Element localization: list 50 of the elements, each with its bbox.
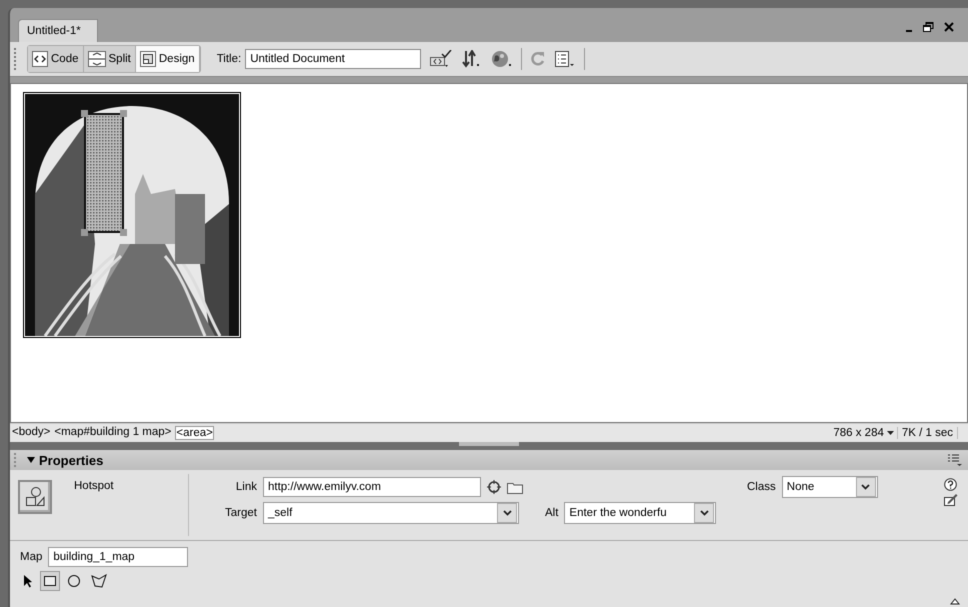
design-view-icon [140,51,156,67]
tag-selector-item[interactable]: <map#building 1 map> [54,426,172,440]
class-label: Class [747,481,776,493]
polygon-icon [91,574,107,588]
view-button[interactable]: Split [84,46,136,72]
validate-icon[interactable] [429,50,454,68]
document-tab[interactable]: Untitled-1* [18,19,98,42]
dropdown-arrow-icon[interactable] [886,431,894,435]
options-menu-icon[interactable] [948,454,962,466]
download-size-text: 7K / 1 sec [896,427,958,439]
hotspot-area[interactable] [81,110,127,236]
title-label: Title: [216,53,242,65]
alt-label: Alt [545,507,558,519]
edit-icon[interactable] [944,493,958,506]
alt-dropdown[interactable]: Enter the wonderfu [564,502,716,524]
view-options-icon[interactable] [554,50,576,68]
class-dropdown[interactable]: None [782,476,878,498]
help-icon[interactable] [944,478,957,491]
rectangle-icon [43,575,57,587]
target-dropdown[interactable]: _self [263,502,519,524]
window-size-menu[interactable]: 786 x 284 [833,427,884,439]
link-label: Link [234,481,257,493]
rectangle-tool[interactable] [40,571,60,591]
tag-selector-item[interactable]: <area> [175,426,214,440]
link-field[interactable]: http://www.emilyv.com [263,477,481,497]
globe-icon[interactable] [491,50,514,68]
tag-selector-item[interactable]: <body> [12,426,50,440]
target-label: Target [224,507,257,519]
element-type-label: Hotspot [74,480,114,494]
split-view-icon [88,51,106,67]
expanded-triangle-icon[interactable] [27,456,35,464]
title-field[interactable]: Untitled Document [245,49,422,69]
circle-icon [67,574,81,588]
caret-icon [502,510,512,516]
restore-icon[interactable] [923,22,934,32]
arrow-pointer-icon [23,574,33,588]
panel-splitter-handle[interactable] [459,442,519,446]
caret-icon [700,510,709,516]
point-to-file-icon[interactable] [487,480,501,494]
expand-arrow-icon[interactable] [950,598,960,605]
map-label: Map [20,551,42,563]
view-button[interactable]: Code [28,46,84,72]
map-name-field[interactable]: building_1_map [48,547,188,567]
folder-icon[interactable] [507,480,523,494]
code-icon [32,51,48,67]
close-icon[interactable] [944,22,954,32]
panel-title: Properties [39,452,104,468]
caret-icon [861,484,870,490]
hotspot-type-icon [18,480,52,514]
view-button[interactable]: Design [136,46,200,72]
